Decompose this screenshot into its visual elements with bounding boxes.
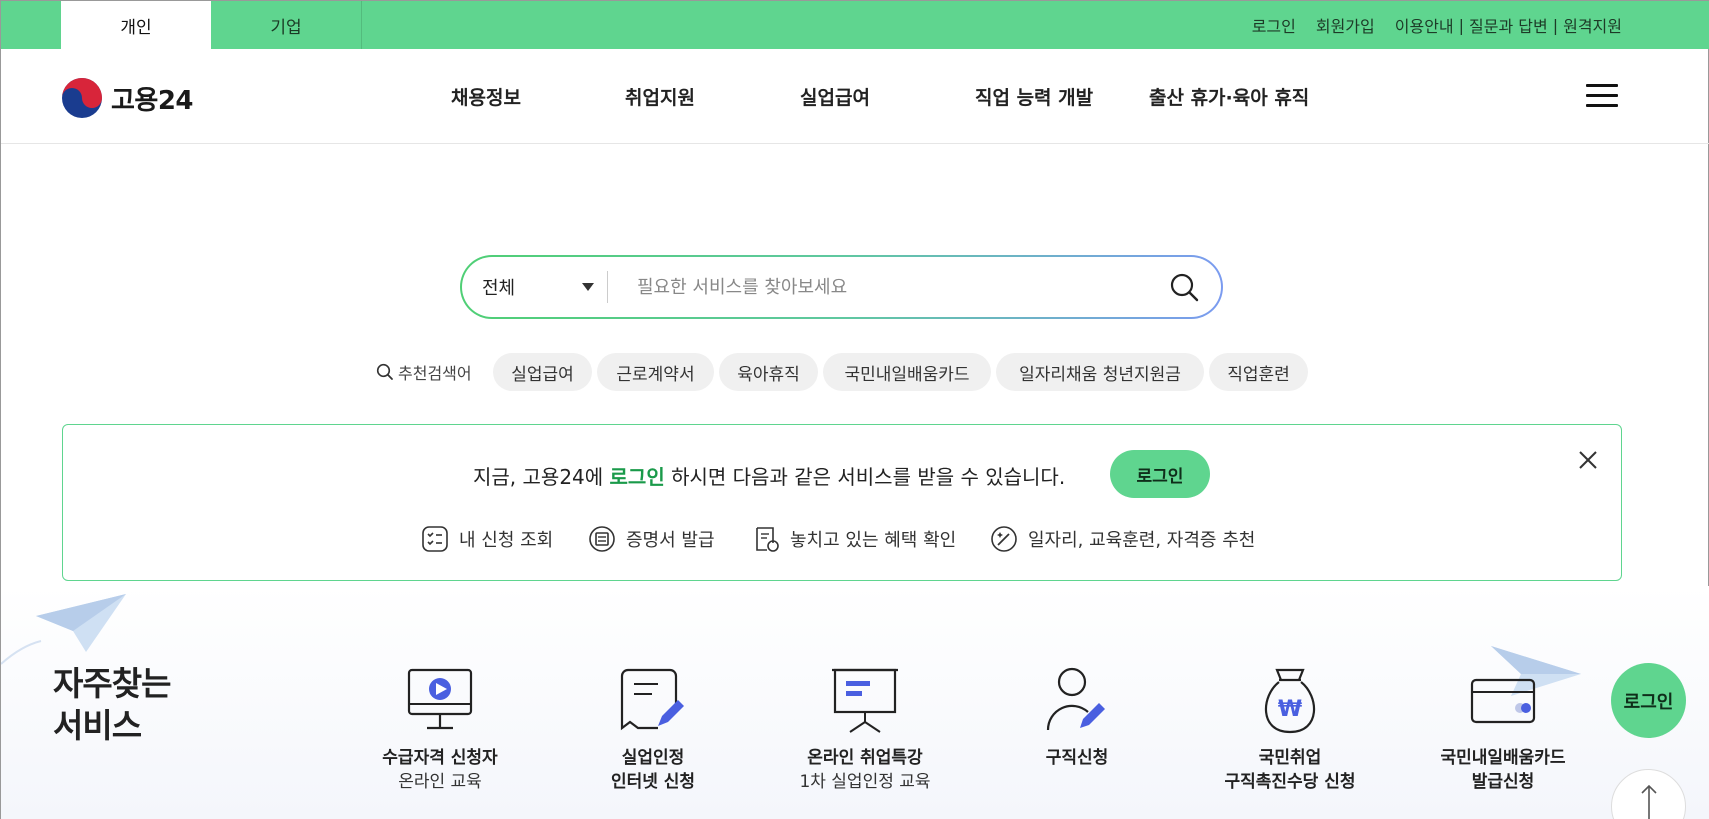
link-separator: | [1552,15,1559,35]
benefit-recommendations[interactable]: 일자리, 교육훈련, 자격증 추천 [990,525,1255,553]
notice-login-button[interactable]: 로그인 [1110,450,1210,498]
login-link[interactable]: 로그인 [1252,13,1296,37]
suggested-keywords-label: 추천검색어 [376,359,472,385]
service-learning-card[interactable]: 국민내일배움카드 발급신청 [1413,666,1593,794]
nav-job-info[interactable]: 채용정보 [451,49,521,144]
benefit-missed-benefits[interactable]: 놓치고 있는 혜택 확인 [752,525,956,553]
document-pen-icon [620,668,684,731]
notice-message: 지금, 고용24에 로그인 하시면 다음과 같은 서비스를 받을 수 있습니다. [473,465,1066,489]
service-job-application[interactable]: 구직신청 [987,666,1167,770]
floating-login-button[interactable]: 로그인 [1611,663,1686,738]
checklist-icon [422,526,448,552]
close-icon[interactable] [1577,449,1599,471]
hamburger-icon[interactable] [1586,84,1618,108]
site-header: 고용24 채용정보 취업지원 실업급여 직업 능력 개발 출산 휴가·육아 휴직 [1,49,1709,144]
notice-login-highlight: 로그인 [609,465,665,489]
arrow-up-icon [1641,784,1657,819]
search-divider [607,271,608,303]
service-online-lecture[interactable]: 온라인 취업특강 1차 실업인정 교육 [775,666,955,794]
tab-divider [361,1,362,49]
search-icon[interactable] [1168,271,1200,303]
logo-text: 고용24 [111,85,194,116]
remote-support-link[interactable]: 원격지원 [1563,13,1622,37]
nav-employment-support[interactable]: 취업지원 [625,49,695,144]
main-search: 전체 [460,255,1223,319]
scroll-top-button[interactable] [1611,769,1686,819]
qna-link[interactable]: 질문과 답변 [1469,13,1548,37]
nav-unemployment-benefit[interactable]: 실업급여 [800,49,870,144]
service-unemployment-recognition[interactable]: 실업인정 인터넷 신청 [563,666,743,794]
guide-link[interactable]: 이용안내 [1395,13,1454,37]
person-pen-icon [1046,667,1105,731]
signup-link[interactable]: 회원가입 [1316,13,1375,37]
svg-text:₩: ₩ [1278,697,1302,722]
presentation-board-icon [832,668,898,733]
service-online-education[interactable]: 수급자격 신청자 온라인 교육 [350,666,530,794]
money-bag-icon: ₩ [1265,668,1315,734]
site-logo[interactable]: 고용24 [61,77,194,119]
keyword-chip[interactable]: 육아휴직 [719,353,818,391]
search-input[interactable] [637,269,1117,305]
video-monitor-icon [407,668,473,730]
document-check-icon [756,527,779,552]
tab-company[interactable]: 기업 [211,1,361,49]
magic-wand-icon [991,526,1017,552]
keyword-chip[interactable]: 직업훈련 [1209,353,1308,391]
nav-parental-leave[interactable]: 출산 휴가·육아 휴직 [1149,49,1309,144]
keyword-chip[interactable]: 국민내일배움카드 [823,353,991,391]
benefit-certificates[interactable]: 증명서 발급 [588,525,715,553]
benefit-my-applications[interactable]: 내 신청 조회 [421,525,553,553]
link-separator: | [1458,15,1465,35]
keyword-chip[interactable]: 근로계약서 [597,353,714,391]
tab-individual[interactable]: 개인 [61,1,211,49]
keyword-chip[interactable]: 실업급여 [493,353,592,391]
taegeuk-logo-icon [62,78,102,118]
caret-down-icon[interactable] [582,283,594,291]
search-scope-select[interactable]: 전체 [482,257,515,317]
card-icon [1470,678,1536,724]
top-utility-bar: 개인 기업 로그인 회원가입 이용안내 | 질문과 답변 | 원격지원 [1,1,1709,49]
login-benefit-notice: 지금, 고용24에 로그인 하시면 다음과 같은 서비스를 받을 수 있습니다.… [62,424,1622,581]
utility-links: 로그인 회원가입 이용안내 | 질문과 답변 | 원격지원 [1252,1,1622,49]
nav-skill-development[interactable]: 직업 능력 개발 [975,49,1093,144]
paper-plane-icon [1,594,126,665]
certificate-icon [589,526,615,552]
service-job-seeking-allowance[interactable]: ₩ 국민취업 구직촉진수당 신청 [1200,666,1380,794]
keyword-chip[interactable]: 일자리채움 청년지원금 [996,353,1204,391]
search-small-icon [376,363,393,380]
frequent-services-title: 자주찾는 서비스 [53,664,171,746]
